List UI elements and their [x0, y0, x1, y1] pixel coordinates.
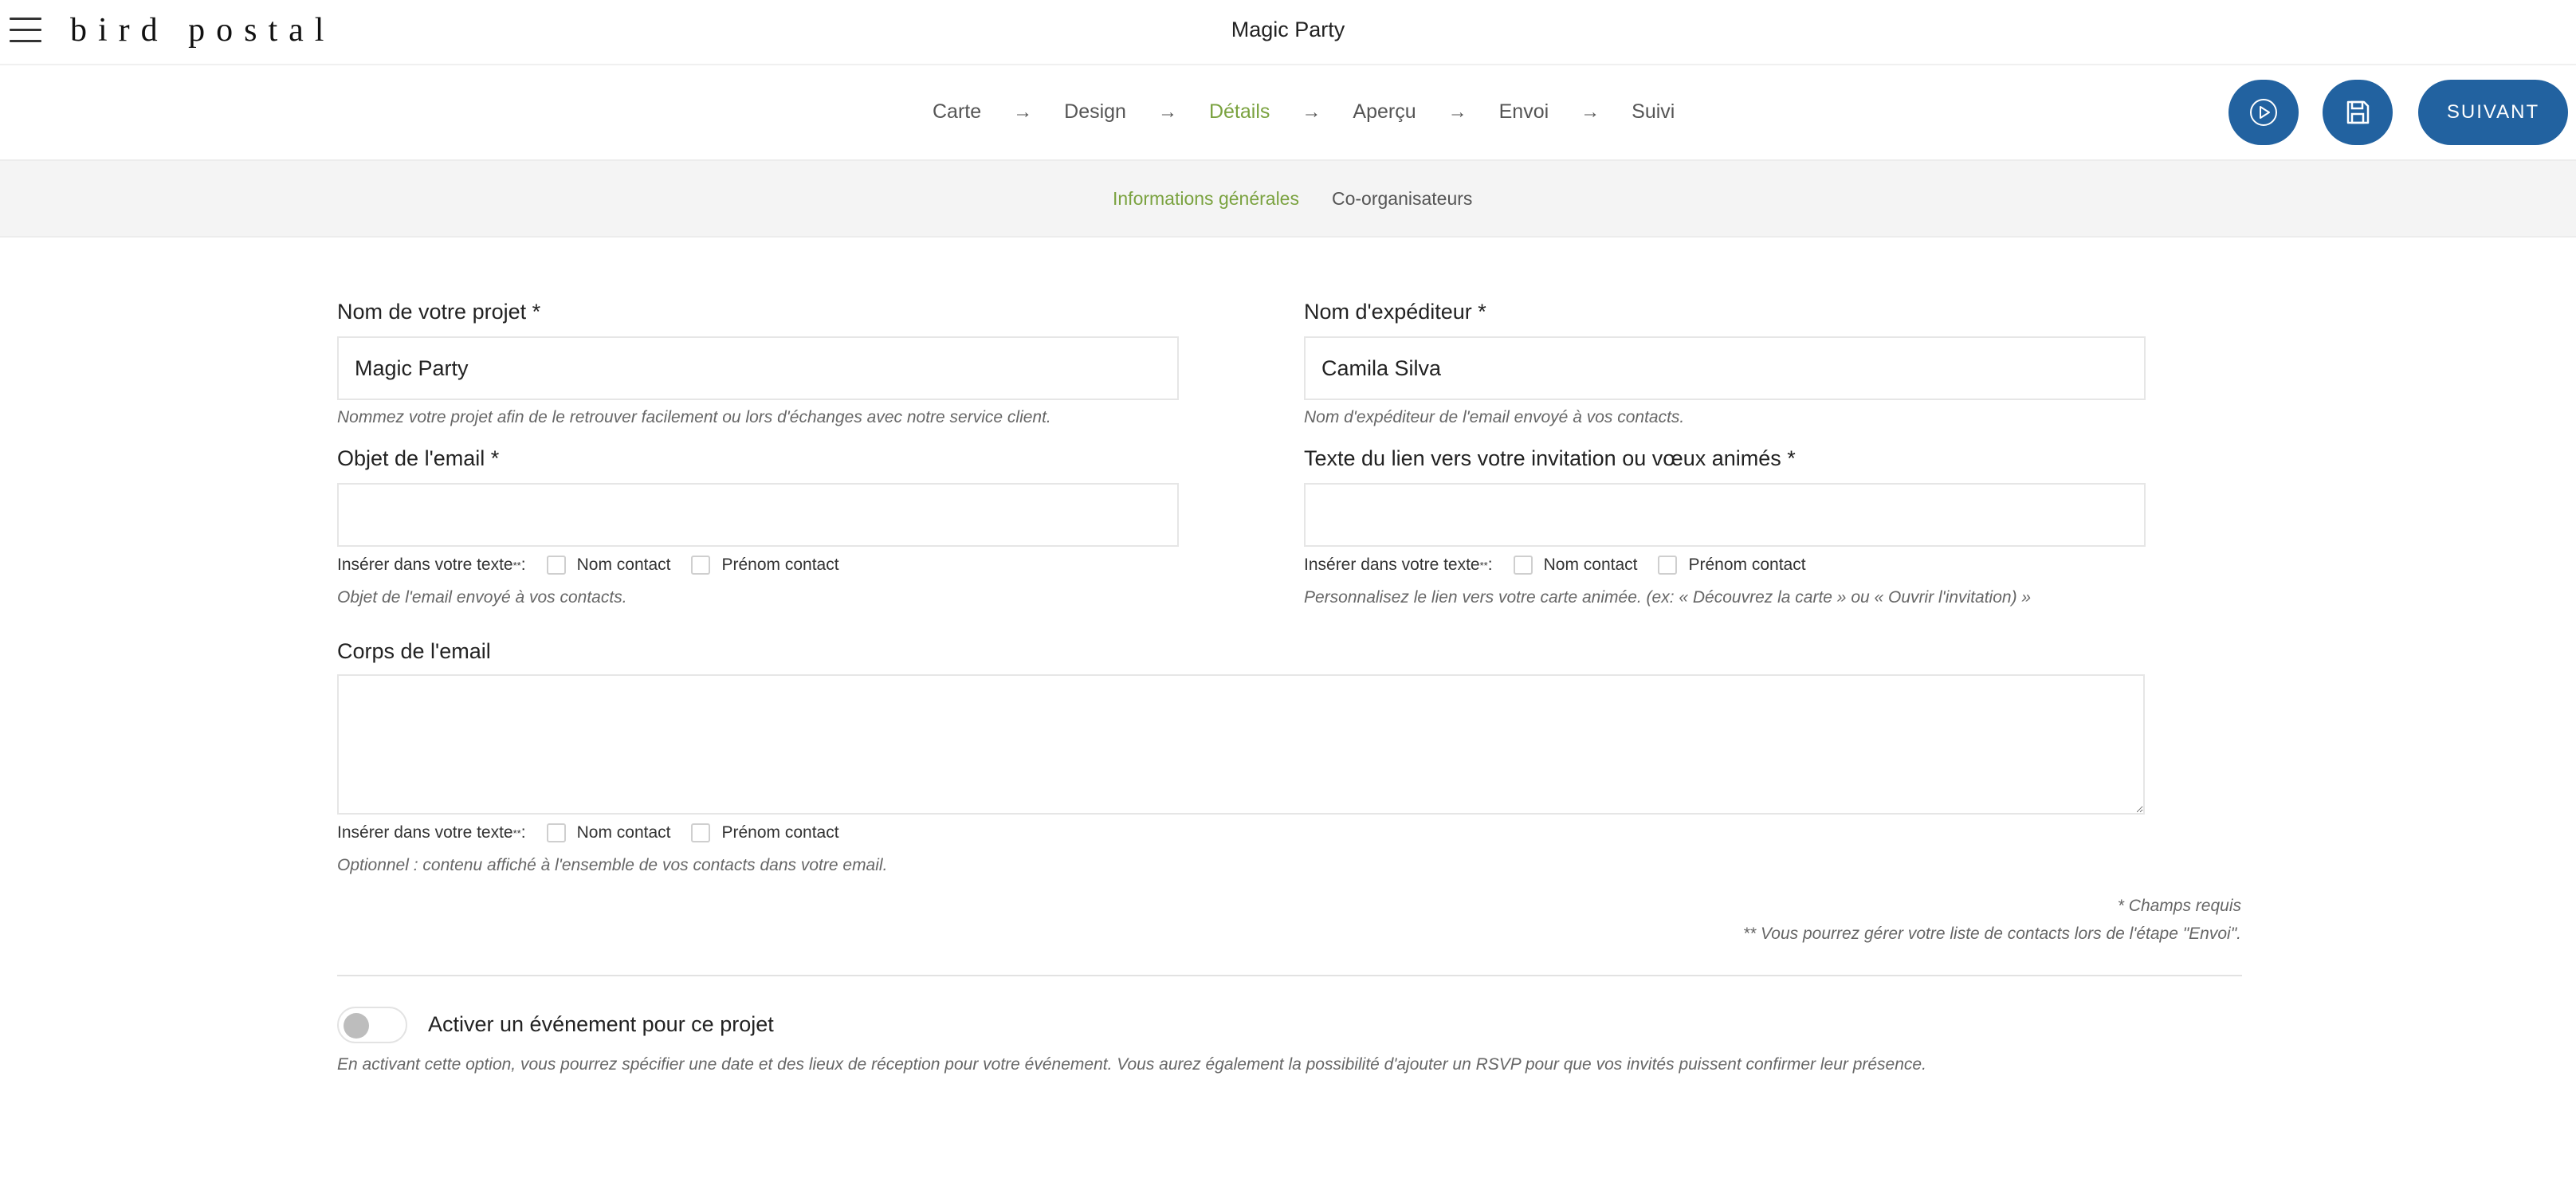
project-title: Magic Party — [1231, 18, 1345, 41]
sender-name-label: Nom d'expéditeur * — [1304, 300, 1486, 324]
floppy-disk-icon — [2346, 100, 2370, 124]
toggle-knob — [344, 1013, 369, 1039]
sender-name-help: Nom d'expéditeur de l'email envoyé à vos… — [1304, 408, 1685, 426]
email-body-help: Optionnel : contenu affiché à l'ensemble… — [337, 856, 888, 874]
project-name-label: Nom de votre projet * — [337, 300, 541, 324]
email-subject-input[interactable] — [337, 483, 1179, 547]
email-body-textarea[interactable] — [337, 674, 2145, 815]
insert-first-name-label: Prénom contact — [721, 823, 839, 842]
insert-first-name-checkbox[interactable] — [691, 556, 711, 575]
sender-name-input[interactable] — [1304, 336, 2146, 400]
email-body-label: Corps de l'email — [337, 639, 491, 663]
preview-button[interactable] — [2228, 80, 2299, 145]
insert-last-name-checkbox[interactable] — [546, 556, 566, 575]
top-bar: bird postal Magic Party — [0, 0, 2576, 65]
insert-last-name-label: Nom contact — [576, 823, 671, 842]
insert-colon: : — [520, 556, 526, 574]
step-details[interactable]: Détails — [1209, 100, 1270, 124]
steps-nav: Carte → Design → Détails → Aperçu → Envo… — [933, 100, 1675, 124]
insert-colon: : — [520, 823, 526, 842]
insert-row-subject: Insérer dans votre texte ** : Nom contac… — [337, 556, 839, 575]
step-suivi[interactable]: Suivi — [1632, 100, 1675, 124]
arrow-right-icon: → — [1447, 100, 1467, 123]
insert-label: Insérer dans votre texte — [337, 556, 513, 574]
insert-colon: : — [1487, 556, 1493, 574]
play-circle-icon — [2250, 99, 2277, 126]
insert-row-link: Insérer dans votre texte ** : Nom contac… — [1304, 556, 1806, 575]
insert-marker: ** — [512, 559, 521, 571]
arrow-right-icon: → — [1581, 100, 1600, 123]
insert-label: Insérer dans votre texte — [1304, 556, 1480, 574]
insert-first-name-label: Prénom contact — [721, 556, 839, 574]
insert-last-name-label: Nom contact — [576, 556, 671, 574]
required-note: * Champs requis — [2117, 897, 2241, 915]
email-subject-help: Objet de l'email envoyé à vos contacts. — [337, 588, 627, 607]
step-apercu[interactable]: Aperçu — [1353, 100, 1416, 124]
project-name-input[interactable] — [337, 336, 1179, 400]
tab-general-info[interactable]: Informations générales — [1113, 188, 1299, 210]
insert-label: Insérer dans votre texte — [337, 823, 513, 842]
insert-first-name-checkbox[interactable] — [691, 823, 711, 842]
save-button[interactable] — [2323, 80, 2393, 145]
step-design[interactable]: Design — [1064, 100, 1126, 124]
arrow-right-icon: → — [1157, 100, 1177, 123]
event-help: En activant cette option, vous pourrez s… — [337, 1055, 1926, 1074]
subtabs-bar: Informations générales Co-organisateurs — [0, 159, 2576, 238]
link-text-help: Personnalisez le lien vers votre carte a… — [1304, 588, 2032, 607]
next-button[interactable]: SUIVANT — [2418, 80, 2568, 145]
project-name-help: Nommez votre projet afin de le retrouver… — [337, 408, 1051, 426]
step-carte[interactable]: Carte — [933, 100, 981, 124]
insert-first-name-label: Prénom contact — [1688, 556, 1806, 574]
divider — [337, 975, 2242, 976]
step-envoi[interactable]: Envoi — [1499, 100, 1549, 124]
insert-last-name-checkbox[interactable] — [1513, 556, 1533, 575]
tab-co-organizers[interactable]: Co-organisateurs — [1332, 188, 1472, 210]
insert-last-name-checkbox[interactable] — [546, 823, 566, 842]
email-subject-label: Objet de l'email * — [337, 446, 500, 470]
contacts-note: ** Vous pourrez gérer votre liste de con… — [1742, 925, 2241, 943]
insert-row-body: Insérer dans votre texte ** : Nom contac… — [337, 823, 839, 842]
insert-first-name-checkbox[interactable] — [1658, 556, 1678, 575]
insert-marker: ** — [512, 827, 521, 839]
event-toggle[interactable] — [337, 1007, 407, 1043]
arrow-right-icon: → — [1013, 100, 1033, 123]
insert-marker: ** — [1479, 559, 1488, 571]
arrow-right-icon: → — [1302, 100, 1321, 123]
steps-bar: Carte → Design → Détails → Aperçu → Envo… — [0, 67, 2576, 159]
event-toggle-label: Activer un événement pour ce projet — [428, 1012, 774, 1036]
link-text-input[interactable] — [1304, 483, 2146, 547]
link-text-label: Texte du lien vers votre invitation ou v… — [1304, 446, 1796, 470]
insert-last-name-label: Nom contact — [1543, 556, 1638, 574]
